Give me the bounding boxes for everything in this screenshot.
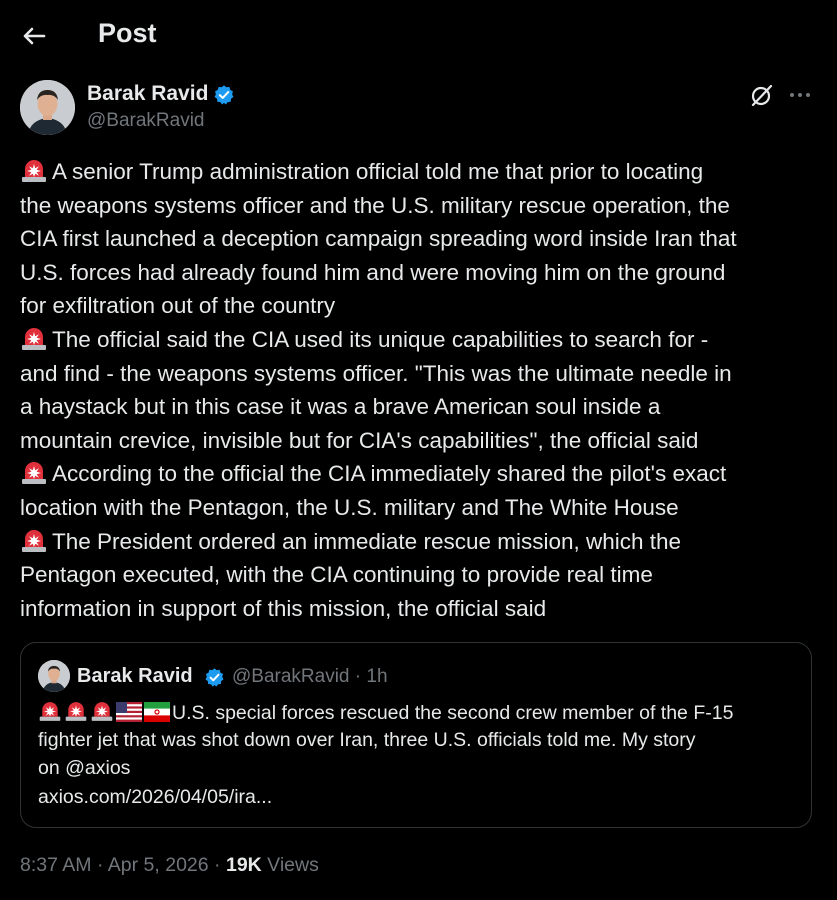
more-icon[interactable] — [787, 82, 813, 108]
post-line: A senior Trump administration official t… — [20, 155, 820, 189]
rotating-light-emoji — [90, 701, 114, 722]
rotating-light-emoji — [20, 461, 48, 485]
post-text: A senior Trump administration official t… — [20, 155, 820, 625]
rotating-light-emoji — [38, 701, 62, 722]
post-line: for exfiltration out of the country — [20, 293, 336, 319]
quoted-post[interactable]: Barak Ravid @BarakRavid · 1h U.S. specia… — [20, 642, 812, 828]
views-count: 19K — [225, 854, 262, 876]
iran-flag-emoji — [144, 702, 170, 722]
views-label: Views — [267, 854, 319, 876]
post-line: The official said the CIA used its uniqu… — [20, 323, 820, 357]
post-line: According to the official the CIA immedi… — [20, 457, 820, 491]
quoted-handle-time: @BarakRavid · 1h — [232, 666, 388, 687]
rotating-light-emoji — [20, 327, 48, 351]
post-line: CIA first launched a deception campaign … — [20, 226, 737, 252]
post-line: information in support of this mission, … — [20, 595, 547, 621]
rotating-light-emoji — [20, 159, 48, 183]
quoted-author-name: Barak Ravid — [77, 665, 193, 687]
quoted-avatar — [38, 660, 70, 692]
grok-icon[interactable] — [749, 82, 775, 108]
timestamp[interactable]: 8:37 AM · Apr 5, 2026 · — [20, 854, 221, 876]
us-flag-emoji — [116, 702, 142, 722]
post-line: a haystack but in this case it was a bra… — [20, 394, 661, 420]
page-title: Post — [98, 18, 157, 48]
post-line: the weapons systems officer and the U.S.… — [20, 192, 730, 218]
back-arrow-icon[interactable] — [18, 20, 50, 52]
post-line: location with the Pentagon, the U.S. mil… — [20, 494, 679, 520]
post-line: and find - the weapons systems officer. … — [20, 360, 732, 386]
post-meta: 8:37 AM · Apr 5, 2026 · 19K Views — [20, 854, 319, 877]
top-bar: Post — [0, 0, 837, 70]
post-line: U.S. forces had already found him and we… — [20, 259, 726, 285]
post-line: The President ordered an immediate rescu… — [20, 525, 820, 559]
quoted-link[interactable]: axios.com/2026/04/05/ira... — [38, 786, 272, 809]
verified-badge-icon — [213, 84, 235, 106]
quoted-text-line: U.S. special forces rescued the second c… — [38, 701, 733, 725]
rotating-light-emoji — [64, 701, 88, 722]
quoted-text-line: fighter jet that was shot down over Iran… — [38, 729, 696, 751]
author-name[interactable]: Barak Ravid — [87, 82, 208, 106]
verified-badge-icon — [204, 667, 225, 688]
post-line: Pentagon executed, with the CIA continui… — [20, 562, 653, 588]
avatar[interactable] — [20, 80, 75, 135]
post-line: mountain crevice, invisible but for CIA'… — [20, 427, 699, 453]
author-handle[interactable]: @BarakRavid — [87, 110, 205, 132]
rotating-light-emoji — [20, 529, 48, 553]
quoted-text-line: on @axios — [38, 757, 131, 779]
